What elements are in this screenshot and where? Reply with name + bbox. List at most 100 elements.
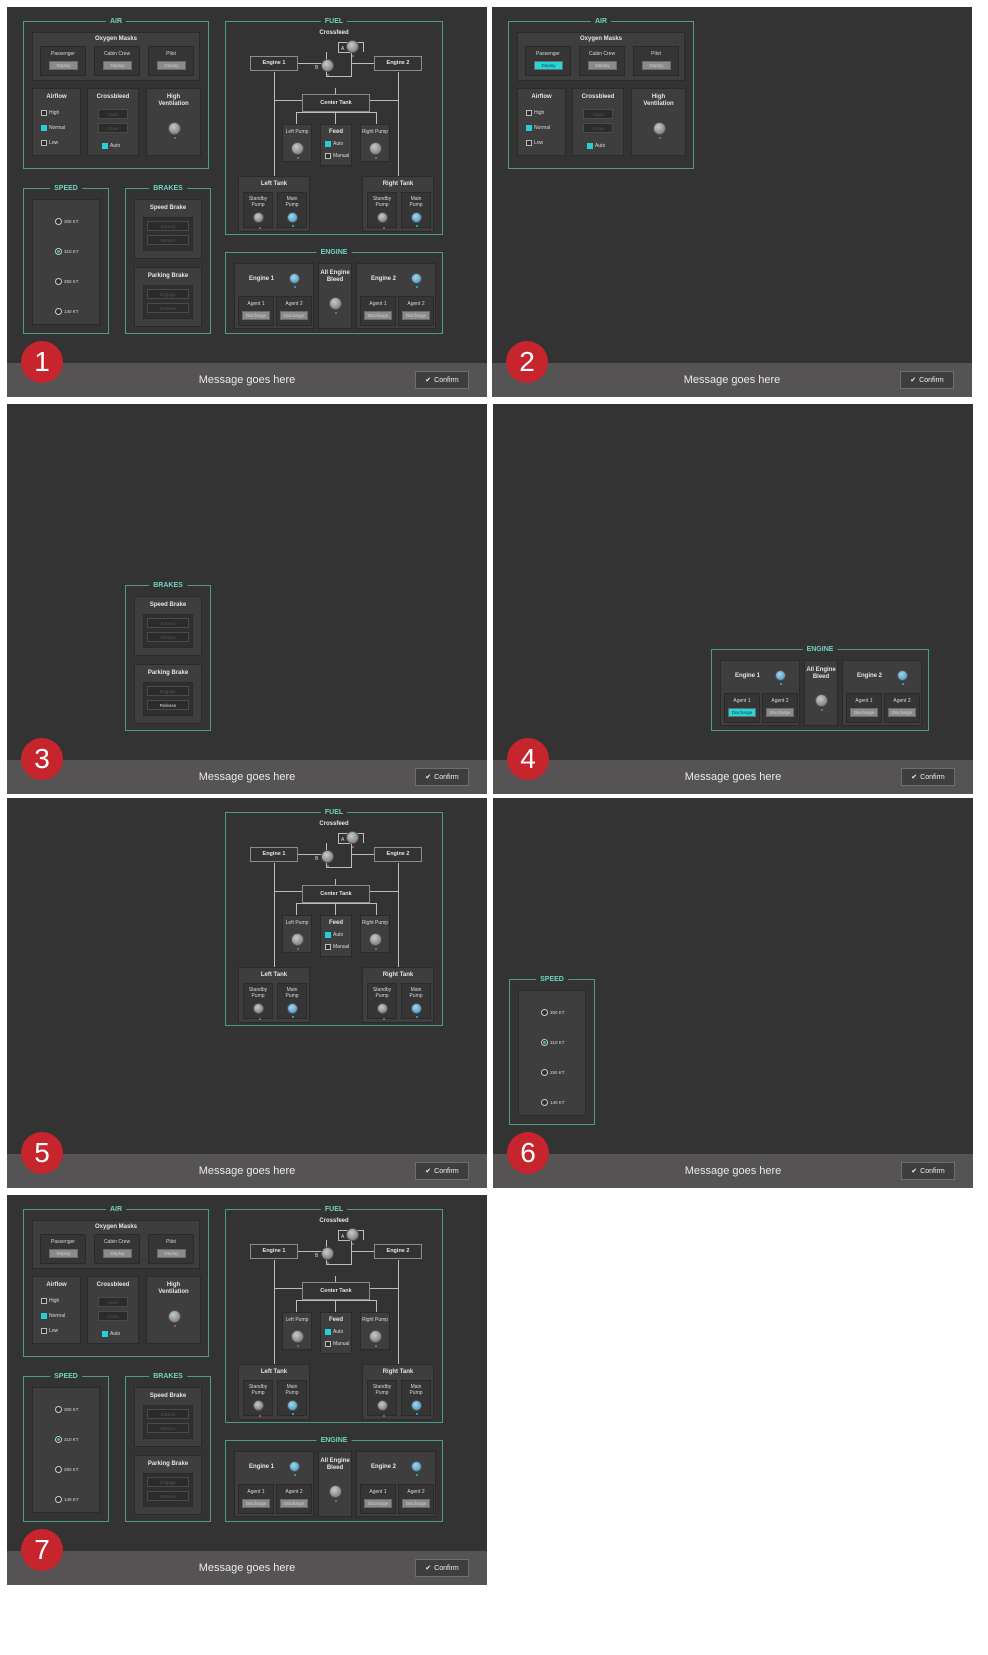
engine-1-knob[interactable]	[289, 273, 300, 288]
engine-2-agent-1-discharge-button[interactable]: Discharge	[364, 1499, 392, 1508]
speed-option-250[interactable]: 250 KT	[55, 1466, 79, 1473]
engine-2-agent-1-discharge-button[interactable]: Discharge	[364, 311, 392, 320]
pilot-deploy-button[interactable]: Deploy	[642, 61, 671, 70]
crossbleed-close-button[interactable]: Close	[583, 123, 613, 133]
left-standby-pump-knob[interactable]	[253, 212, 264, 229]
right-main-pump-knob[interactable]	[411, 1003, 422, 1018]
crossfeed-valve-a-knob[interactable]	[346, 831, 359, 848]
feed-auto-checkbox[interactable]: Auto	[325, 1329, 343, 1335]
right-pump-knob[interactable]	[369, 1330, 382, 1347]
passenger-deploy-button[interactable]: Deploy	[49, 1249, 78, 1258]
confirm-button[interactable]: ✔ Confirm	[901, 1162, 955, 1180]
right-standby-pump-knob[interactable]	[377, 1003, 388, 1020]
high-ventilation-knob[interactable]	[653, 122, 666, 139]
engine-1-knob[interactable]	[775, 670, 786, 685]
cabin-crew-deploy-button[interactable]: Deploy	[588, 61, 617, 70]
left-main-pump-knob[interactable]	[287, 212, 298, 227]
all-engine-bleed-knob[interactable]	[329, 297, 342, 314]
airflow-high-checkbox[interactable]: High	[526, 110, 544, 116]
speed-option-300[interactable]: 300 KT	[55, 218, 79, 225]
engine-1-agent-2-discharge-button[interactable]: Discharge	[766, 708, 794, 717]
airflow-high-checkbox[interactable]: High	[41, 1298, 59, 1304]
left-standby-pump-knob[interactable]	[253, 1400, 264, 1417]
crossbleed-open-button[interactable]: Open	[583, 109, 613, 119]
engine-2-agent-1-discharge-button[interactable]: Discharge	[850, 708, 878, 717]
left-standby-pump-knob[interactable]	[253, 1003, 264, 1020]
airflow-low-checkbox[interactable]: Low	[526, 140, 543, 146]
all-engine-bleed-knob[interactable]	[815, 694, 828, 711]
passenger-deploy-button[interactable]: Deploy	[49, 61, 78, 70]
speed-brake-retract-button[interactable]: Retract	[147, 1423, 189, 1433]
parking-brake-release-button[interactable]: Release	[147, 700, 189, 710]
right-standby-pump-knob[interactable]	[377, 1400, 388, 1417]
engine-1-agent-2-discharge-button[interactable]: Discharge	[280, 311, 308, 320]
engine-1-agent-1-discharge-button[interactable]: Discharge	[242, 311, 270, 320]
right-main-pump-knob[interactable]	[411, 212, 422, 227]
speed-option-310[interactable]: 310 KT	[541, 1039, 565, 1046]
left-pump-knob[interactable]	[291, 142, 304, 159]
left-main-pump-knob[interactable]	[287, 1400, 298, 1415]
speed-option-300[interactable]: 300 KT	[55, 1406, 79, 1413]
engine-2-knob[interactable]	[411, 1461, 422, 1476]
speed-option-310[interactable]: 310 KT	[55, 1436, 79, 1443]
confirm-button[interactable]: ✔ Confirm	[415, 1162, 469, 1180]
crossbleed-open-button[interactable]: Open	[98, 1297, 128, 1307]
speed-option-140[interactable]: 140 KT	[55, 308, 79, 315]
right-standby-pump-knob[interactable]	[377, 212, 388, 229]
crossbleed-auto-checkbox[interactable]: Auto	[587, 143, 605, 149]
high-ventilation-knob[interactable]	[168, 122, 181, 139]
confirm-button[interactable]: ✔ Confirm	[415, 1559, 469, 1577]
feed-manual-checkbox[interactable]: Manual	[325, 944, 349, 950]
parking-brake-engage-button[interactable]: Engage	[147, 289, 189, 299]
feed-auto-checkbox[interactable]: Auto	[325, 932, 343, 938]
crossbleed-auto-checkbox[interactable]: Auto	[102, 1331, 120, 1337]
crossbleed-auto-checkbox[interactable]: Auto	[102, 143, 120, 149]
airflow-normal-checkbox[interactable]: Normal	[41, 1313, 65, 1319]
speed-brake-retract-button[interactable]: Retract	[147, 632, 189, 642]
right-pump-knob[interactable]	[369, 142, 382, 159]
left-main-pump-knob[interactable]	[287, 1003, 298, 1018]
engine-1-agent-2-discharge-button[interactable]: Discharge	[280, 1499, 308, 1508]
speed-brake-retract-button[interactable]: Retract	[147, 235, 189, 245]
crossbleed-open-button[interactable]: Open	[98, 109, 128, 119]
airflow-high-checkbox[interactable]: High	[41, 110, 59, 116]
speed-option-250[interactable]: 250 KT	[55, 278, 79, 285]
speed-option-250[interactable]: 250 KT	[541, 1069, 565, 1076]
engine-2-agent-2-discharge-button[interactable]: Discharge	[402, 311, 430, 320]
pilot-deploy-button[interactable]: Deploy	[157, 61, 186, 70]
crossbleed-close-button[interactable]: Close	[98, 123, 128, 133]
speed-option-310[interactable]: 310 KT	[55, 248, 79, 255]
crossfeed-valve-b-knob[interactable]	[321, 1247, 334, 1264]
speed-brake-extend-button[interactable]: Extend	[147, 1409, 189, 1419]
feed-manual-checkbox[interactable]: Manual	[325, 153, 349, 159]
parking-brake-release-button[interactable]: Release	[147, 303, 189, 313]
airflow-normal-checkbox[interactable]: Normal	[526, 125, 550, 131]
confirm-button[interactable]: ✔ Confirm	[415, 768, 469, 786]
speed-brake-extend-button[interactable]: Extend	[147, 618, 189, 628]
crossbleed-close-button[interactable]: Close	[98, 1311, 128, 1321]
speed-option-140[interactable]: 140 KT	[55, 1496, 79, 1503]
all-engine-bleed-knob[interactable]	[329, 1485, 342, 1502]
airflow-normal-checkbox[interactable]: Normal	[41, 125, 65, 131]
right-pump-knob[interactable]	[369, 933, 382, 950]
speed-brake-extend-button[interactable]: Extend	[147, 221, 189, 231]
engine-1-agent-1-discharge-button[interactable]: Discharge	[728, 708, 756, 717]
airflow-low-checkbox[interactable]: Low	[41, 1328, 58, 1334]
right-main-pump-knob[interactable]	[411, 1400, 422, 1415]
feed-manual-checkbox[interactable]: Manual	[325, 1341, 349, 1347]
passenger-deploy-button[interactable]: Deploy	[534, 61, 563, 70]
engine-2-agent-2-discharge-button[interactable]: Discharge	[888, 708, 916, 717]
crossfeed-valve-a-knob[interactable]	[346, 1228, 359, 1245]
crossfeed-valve-a-knob[interactable]	[346, 40, 359, 57]
parking-brake-release-button[interactable]: Release	[147, 1491, 189, 1501]
confirm-button[interactable]: ✔ Confirm	[415, 371, 469, 389]
engine-2-agent-2-discharge-button[interactable]: Discharge	[402, 1499, 430, 1508]
speed-option-140[interactable]: 140 KT	[541, 1099, 565, 1106]
pilot-deploy-button[interactable]: Deploy	[157, 1249, 186, 1258]
speed-option-300[interactable]: 300 KT	[541, 1009, 565, 1016]
confirm-button[interactable]: ✔ Confirm	[900, 371, 954, 389]
cabin-crew-deploy-button[interactable]: Deploy	[103, 1249, 132, 1258]
crossfeed-valve-b-knob[interactable]	[321, 59, 334, 76]
engine-2-knob[interactable]	[411, 273, 422, 288]
parking-brake-engage-button[interactable]: Engage	[147, 1477, 189, 1487]
